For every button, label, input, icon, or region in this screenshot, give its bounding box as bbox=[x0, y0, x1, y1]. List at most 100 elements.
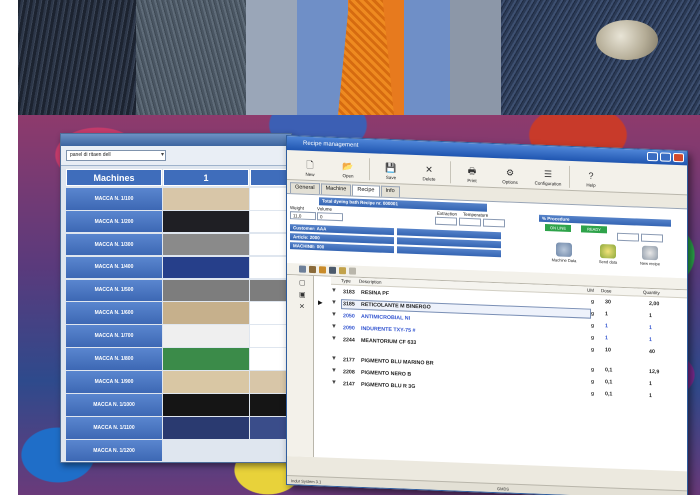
color-swatch[interactable] bbox=[163, 256, 249, 279]
recipe-window[interactable]: Recipe management 🗋 New 📂 Open 💾 Save ✕ Delete 🖶… bbox=[286, 135, 688, 495]
color-swatch[interactable] bbox=[163, 188, 249, 210]
toolbar-button-new[interactable]: 🗋 New bbox=[293, 159, 327, 178]
color-swatch[interactable] bbox=[163, 302, 249, 325]
color-swatch-secondary[interactable] bbox=[250, 233, 290, 256]
machine-name-cell[interactable]: MACCA N. 1/100 bbox=[66, 188, 162, 210]
online-status-badge: ON LINE bbox=[545, 223, 571, 232]
machine-name-cell[interactable]: MACCA N. 1/500 bbox=[66, 279, 162, 302]
color-swatch-secondary[interactable] bbox=[250, 188, 290, 210]
procedure-field-1[interactable] bbox=[617, 232, 639, 242]
machine-data-button[interactable]: Machine Data bbox=[545, 242, 583, 263]
color-swatch[interactable] bbox=[163, 348, 249, 370]
color-swatch-secondary[interactable] bbox=[250, 348, 290, 370]
maximize-button[interactable] bbox=[660, 152, 671, 162]
color-swatch-secondary[interactable] bbox=[250, 416, 290, 439]
close-button[interactable] bbox=[673, 152, 684, 163]
info-icon[interactable] bbox=[349, 267, 356, 275]
tab-info[interactable]: Info bbox=[380, 185, 400, 198]
machines-toolbar: panel di ritaen dell ▾ bbox=[61, 146, 291, 166]
machine-name-cell[interactable]: MACCA N. 1/400 bbox=[66, 256, 162, 279]
machine-name-cell[interactable]: MACCA N. 1/1100 bbox=[66, 416, 162, 439]
machine-name-cell[interactable]: MACCA N. 1/700 bbox=[66, 325, 162, 347]
machine-name-cell[interactable]: MACCA N. 1/600 bbox=[66, 302, 162, 325]
row-um: g bbox=[591, 322, 595, 329]
toolbar-button-configuration[interactable]: ☰ Configuration bbox=[531, 168, 565, 187]
chevron-down-icon[interactable]: ▾ bbox=[161, 151, 164, 160]
um-column-header[interactable]: UM bbox=[587, 288, 594, 293]
copy-icon[interactable] bbox=[309, 265, 316, 274]
toolbar-button-delete[interactable]: ✕ Delete bbox=[412, 164, 446, 183]
dose-column-header[interactable]: Dose bbox=[601, 288, 612, 293]
delete-row-icon[interactable]: ✕ bbox=[299, 303, 308, 311]
toolbar-button-save[interactable]: 💾 Save bbox=[374, 162, 408, 181]
machine-row[interactable]: MACCA N. 1/200 bbox=[66, 210, 291, 233]
machine-row[interactable]: MACCA N. 1/700 bbox=[66, 325, 291, 347]
color-swatch-secondary[interactable] bbox=[250, 256, 290, 279]
machine-row[interactable]: MACCA N. 1/100 bbox=[66, 188, 291, 210]
color-swatch[interactable] bbox=[163, 279, 249, 302]
color-swatch-secondary[interactable] bbox=[250, 210, 290, 233]
machine-name-cell[interactable]: MACCA N. 1/800 bbox=[66, 348, 162, 370]
color-swatch[interactable] bbox=[163, 371, 249, 393]
toolbar-button-open[interactable]: 📂 Open bbox=[331, 161, 365, 180]
send-data-button[interactable]: Send data bbox=[589, 244, 627, 265]
new-recipe-button[interactable]: New recipe bbox=[631, 245, 669, 266]
temperature-field-2[interactable] bbox=[483, 218, 505, 228]
machine-row[interactable]: MACCA N. 1/600 bbox=[66, 302, 291, 325]
machine-row[interactable]: MACCA N. 1/1000 bbox=[66, 394, 291, 416]
machine-row[interactable]: MACCA N. 1/800 bbox=[66, 348, 291, 370]
quantity-column-header[interactable]: Quantity bbox=[643, 290, 660, 296]
temperature-field-1[interactable] bbox=[459, 217, 481, 227]
machine-name-cell[interactable]: MACCA N. 1/300 bbox=[66, 233, 162, 256]
toolbar-button-help[interactable]: ? Help bbox=[574, 170, 608, 189]
edit-icon[interactable] bbox=[299, 265, 306, 273]
machines-column-header[interactable]: Machines bbox=[66, 169, 162, 186]
recipe-items-list: ▢ ▣ ✕ Type Description UM Dose Quantity … bbox=[287, 275, 687, 472]
column-2-header[interactable] bbox=[250, 169, 290, 186]
color-swatch-secondary[interactable] bbox=[250, 394, 290, 416]
machine-group-select-value: panel di ritaen dell bbox=[70, 152, 111, 158]
volume-field[interactable]: 0 bbox=[317, 212, 343, 222]
color-swatch[interactable] bbox=[163, 233, 249, 256]
machine-group-select[interactable]: panel di ritaen dell ▾ bbox=[66, 150, 166, 161]
weight-field[interactable]: 11,0 bbox=[290, 211, 316, 221]
machines-window-titlebar[interactable] bbox=[61, 134, 291, 146]
machine-name-cell[interactable]: MACCA N. 1/200 bbox=[66, 210, 162, 233]
minimize-button[interactable] bbox=[647, 151, 658, 162]
machine-row[interactable]: MACCA N. 1/500 bbox=[66, 279, 291, 302]
volume-label: Volume bbox=[317, 206, 333, 212]
machine-row[interactable]: MACCA N. 1/900 bbox=[66, 371, 291, 393]
color-swatch-secondary[interactable] bbox=[250, 325, 290, 347]
color-swatch-secondary[interactable] bbox=[250, 302, 290, 325]
row-quantity: 40 bbox=[649, 348, 655, 356]
machines-window[interactable]: panel di ritaen dell ▾ Machines 1 MACCA … bbox=[60, 133, 292, 463]
machine-row[interactable]: MACCA N. 1/300 bbox=[66, 233, 291, 256]
toolbar-button-options[interactable]: ⚙ Options bbox=[493, 167, 527, 186]
color-swatch[interactable] bbox=[163, 394, 249, 416]
color-swatch-secondary[interactable] bbox=[250, 371, 290, 393]
extraction-field[interactable] bbox=[435, 216, 457, 226]
toolbar-button-print[interactable]: 🖶 Print bbox=[455, 165, 489, 184]
color-swatch[interactable] bbox=[163, 416, 249, 439]
machine-name-cell[interactable]: MACCA N. 1/1000 bbox=[66, 394, 162, 416]
machine-name-cell[interactable]: MACCA N. 1/900 bbox=[66, 371, 162, 393]
color-swatch[interactable] bbox=[163, 325, 249, 347]
color-swatch-secondary[interactable] bbox=[250, 279, 290, 302]
copy-row-icon[interactable]: ▣ bbox=[299, 291, 308, 299]
add-row-icon[interactable]: ▢ bbox=[299, 279, 308, 287]
description-column-header[interactable]: Description bbox=[359, 279, 382, 285]
move-icon[interactable] bbox=[329, 266, 336, 274]
dye-icon[interactable] bbox=[319, 266, 326, 274]
column-1-header[interactable]: 1 bbox=[163, 169, 249, 186]
machine-row[interactable]: MACCA N. 1/1100 bbox=[66, 416, 291, 439]
color-swatch[interactable] bbox=[163, 210, 249, 233]
machine-name-cell[interactable]: MACCA N. 1/1200 bbox=[66, 439, 162, 462]
row-um: g bbox=[591, 310, 595, 317]
filter-icon[interactable] bbox=[339, 267, 346, 275]
machine-row[interactable]: MACCA N. 1/400 bbox=[66, 256, 291, 279]
type-column-header[interactable]: Type bbox=[341, 278, 351, 283]
machine-row[interactable]: MACCA N. 1/1200 bbox=[66, 439, 291, 462]
color-swatch-secondary[interactable] bbox=[250, 440, 290, 462]
color-swatch[interactable] bbox=[163, 440, 249, 462]
procedure-field-2[interactable] bbox=[641, 233, 663, 243]
